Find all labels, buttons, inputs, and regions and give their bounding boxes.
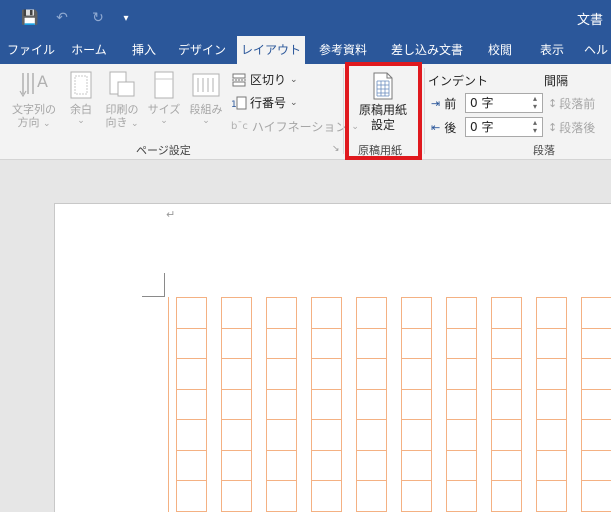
- customize-quick-access-icon[interactable]: ▾: [116, 8, 136, 28]
- dialog-launcher-icon[interactable]: ↘: [332, 144, 340, 154]
- tab-insert[interactable]: 挿入: [122, 36, 166, 64]
- hyphenation-label: ハイフネーション: [251, 120, 348, 134]
- svg-text:1: 1: [231, 100, 237, 110]
- indent-header: インデント: [428, 74, 489, 88]
- save-icon[interactable]: 💾: [20, 8, 40, 28]
- crop-mark-horizontal: [142, 296, 164, 297]
- breaks-button[interactable]: 区切り ⌄: [231, 71, 298, 88]
- paragraph-mark: ↵: [166, 208, 176, 221]
- margins-icon: [70, 71, 92, 99]
- highlight-box: [345, 62, 422, 160]
- tab-mailings[interactable]: 差し込み文書: [384, 36, 470, 64]
- chevron-down-icon: ⌄: [130, 119, 139, 129]
- orientation-icon: [109, 71, 135, 97]
- ribbon: A 文字列の 方向 ⌄ 余白 ⌄ 印刷の 向き ⌄ サイズ ⌄ 段組み ⌄ 区切…: [0, 64, 611, 160]
- spacing-after-control[interactable]: ↕ 段落後: [548, 119, 595, 136]
- paragraph-group-label: 段落: [533, 144, 555, 157]
- tab-help[interactable]: ヘル: [584, 36, 611, 64]
- chevron-down-icon: ⌄: [42, 119, 51, 129]
- indent-before-label: ⇥ 前: [431, 97, 457, 111]
- line-numbers-icon: 1: [231, 96, 247, 110]
- indent-after-label: ⇤ 後: [431, 121, 457, 135]
- tab-layout[interactable]: レイアウト: [237, 36, 305, 65]
- line-numbers-label: 行番号: [250, 96, 287, 110]
- group-separator: [424, 68, 425, 154]
- hyphenation-icon: bˉc: [231, 121, 248, 132]
- indent-after-input[interactable]: 0 字 ▴ ▾: [465, 117, 543, 137]
- line-numbers-button[interactable]: 1 行番号 ⌄: [231, 94, 298, 111]
- indent-after-icon: ⇤: [431, 121, 441, 134]
- chevron-down-icon: ⌄: [77, 116, 85, 126]
- chevron-down-icon: ⌄: [290, 74, 298, 85]
- columns-label: 段組み: [189, 103, 223, 116]
- chevron-down-icon: ⌄: [290, 97, 298, 108]
- spinner-icon[interactable]: ▴ ▾: [529, 95, 541, 111]
- tab-file[interactable]: ファイル: [6, 36, 56, 64]
- spacing-header: 間隔: [544, 74, 569, 88]
- text-direction-label-2: 方向: [17, 116, 40, 129]
- orientation-label-2: 向き: [105, 116, 128, 129]
- title-bar: 💾 ↶ ↻ ▾ 文書: [0, 0, 611, 36]
- indent-before-icon: ⇥: [431, 97, 441, 110]
- tab-design[interactable]: デザイン: [174, 36, 230, 64]
- document-title: 文書: [576, 13, 603, 28]
- size-label: サイズ: [147, 103, 181, 116]
- size-button[interactable]: サイズ ⌄: [146, 70, 182, 126]
- chevron-down-icon: ⌄: [202, 116, 210, 126]
- text-direction-label: 文字列の: [12, 103, 56, 116]
- margins-button[interactable]: 余白 ⌄: [64, 70, 98, 126]
- group-separator: [343, 68, 344, 154]
- breaks-icon: [232, 73, 246, 86]
- columns-icon: [192, 73, 220, 97]
- undo-icon[interactable]: ↶: [52, 8, 72, 28]
- orientation-label: 印刷の: [105, 103, 139, 116]
- page-size-icon: [154, 71, 174, 99]
- chevron-down-icon: ⌄: [160, 116, 168, 126]
- crop-mark-vertical: [164, 273, 165, 297]
- text-direction-button[interactable]: A 文字列の 方向 ⌄: [8, 70, 60, 129]
- tab-review[interactable]: 校閲: [478, 36, 522, 64]
- spacing-after-icon: ↕: [548, 121, 558, 134]
- spacing-before-icon: ↕: [548, 97, 558, 110]
- spacing-before-control[interactable]: ↕ 段落前: [548, 95, 595, 112]
- breaks-label: 区切り: [250, 73, 287, 87]
- manuscript-grid: [168, 297, 611, 512]
- tab-references[interactable]: 参考資料: [312, 36, 374, 64]
- columns-button[interactable]: 段組み ⌄: [186, 70, 226, 126]
- spinner-icon[interactable]: ▴ ▾: [529, 119, 541, 135]
- page-setup-group-label: ページ設定: [136, 144, 191, 157]
- margins-label: 余白: [70, 103, 92, 116]
- svg-text:A: A: [37, 72, 48, 91]
- text-direction-icon: A: [19, 72, 48, 98]
- tab-home[interactable]: ホーム: [64, 36, 114, 64]
- indent-before-input[interactable]: 0 字 ▴ ▾: [465, 93, 543, 113]
- redo-icon[interactable]: ↻: [88, 8, 108, 28]
- tab-view[interactable]: 表示: [530, 36, 574, 64]
- orientation-button[interactable]: 印刷の 向き ⌄: [102, 70, 142, 129]
- hyphenation-button[interactable]: bˉc ハイフネーション ⌄: [231, 118, 359, 135]
- ribbon-tabs: ファイル ホーム 挿入 デザイン レイアウト 参考資料 差し込み文書 校閲 表示…: [0, 36, 611, 65]
